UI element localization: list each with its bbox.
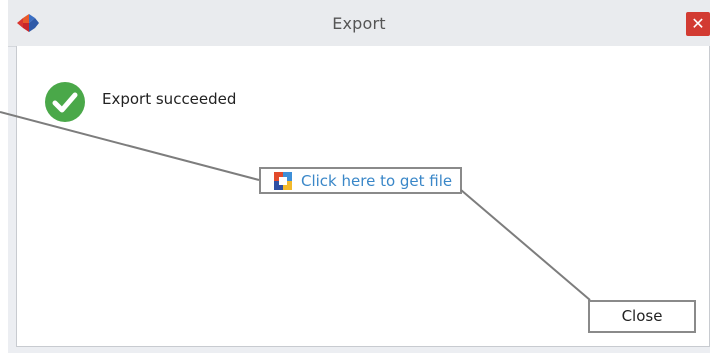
callout-lines (0, 111, 591, 301)
